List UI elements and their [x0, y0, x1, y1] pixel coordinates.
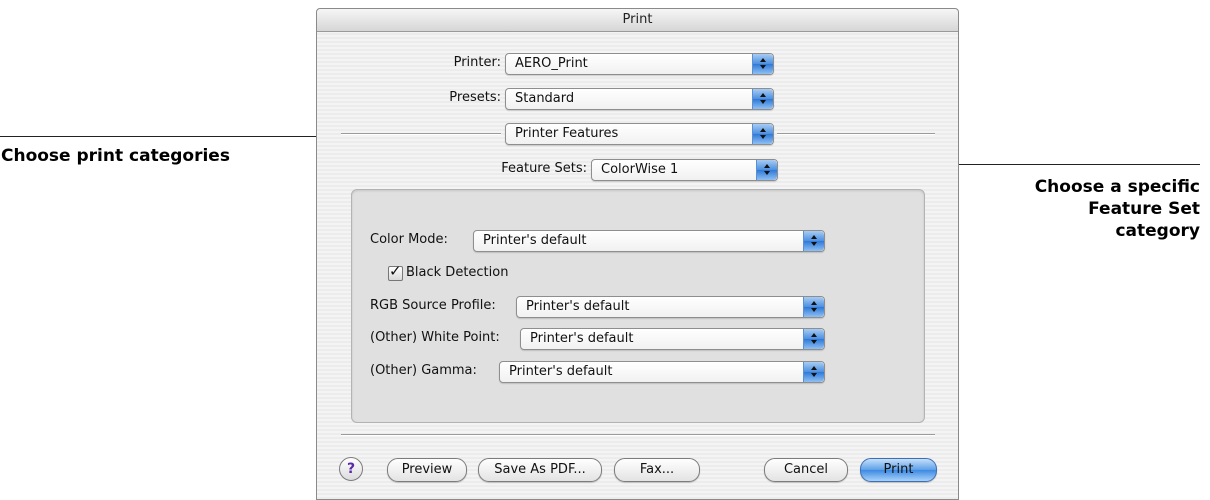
gamma-select[interactable]: Printer's default: [499, 361, 825, 383]
rgb-source-profile-label: RGB Source Profile:: [370, 298, 496, 313]
color-mode-select[interactable]: Printer's default: [473, 230, 825, 252]
popup-arrows-icon: [752, 89, 773, 109]
popup-arrows-icon: [803, 329, 824, 349]
feature-sets-label: Feature Sets:: [501, 161, 587, 176]
bottom-separator: [341, 434, 935, 435]
printer-select[interactable]: AERO_Print: [505, 53, 774, 75]
printer-label: Printer:: [453, 55, 501, 70]
category-select[interactable]: Printer Features: [505, 123, 774, 145]
printer-value: AERO_Print: [515, 56, 588, 71]
preview-button[interactable]: Preview: [387, 458, 467, 482]
callout-feature-set-line3: category: [1115, 221, 1200, 241]
rgb-source-profile-value: Printer's default: [526, 299, 630, 314]
print-dialog: Print Printer: AERO_Print Presets: Stand…: [316, 8, 959, 500]
callout-feature-set-line2: Feature Set: [1088, 199, 1200, 219]
presets-label: Presets:: [449, 90, 501, 105]
feature-options-group: Color Mode: Printer's default ✓ Black De…: [351, 189, 925, 423]
callout-feature-set-line1: Choose a specific: [1034, 177, 1200, 197]
popup-arrows-icon: [803, 297, 824, 317]
gamma-label: (Other) Gamma:: [370, 363, 477, 378]
presets-select[interactable]: Standard: [505, 88, 774, 110]
window-title: Print: [317, 9, 958, 32]
popup-arrows-icon: [756, 160, 777, 180]
popup-arrows-icon: [752, 54, 773, 74]
black-detection-checkbox[interactable]: ✓: [388, 262, 403, 281]
popup-arrows-icon: [803, 231, 824, 251]
gamma-value: Printer's default: [509, 364, 613, 379]
white-point-value: Printer's default: [530, 331, 634, 346]
section-separator-left: [341, 133, 501, 134]
white-point-select[interactable]: Printer's default: [520, 328, 825, 350]
callout-print-categories: Choose print categories: [1, 146, 230, 166]
save-as-pdf-button[interactable]: Save As PDF...: [478, 458, 602, 482]
cancel-button[interactable]: Cancel: [764, 458, 848, 482]
fax-button[interactable]: Fax...: [614, 458, 700, 482]
section-separator-right: [777, 133, 935, 134]
feature-sets-value: ColorWise 1: [601, 162, 679, 177]
color-mode-value: Printer's default: [483, 233, 587, 248]
print-button[interactable]: Print: [860, 458, 937, 482]
color-mode-label: Color Mode:: [370, 232, 448, 247]
callout-feature-set: Choose a specific Feature Set category: [1035, 176, 1200, 242]
rgb-source-profile-select[interactable]: Printer's default: [516, 296, 825, 318]
popup-arrows-icon: [752, 124, 773, 144]
checkmark-icon: ✓: [389, 262, 402, 280]
popup-arrows-icon: [803, 362, 824, 382]
black-detection-label: Black Detection: [406, 265, 509, 280]
help-button[interactable]: ?: [339, 457, 363, 481]
category-value: Printer Features: [515, 126, 619, 141]
feature-sets-select[interactable]: ColorWise 1: [591, 159, 778, 181]
white-point-label: (Other) White Point:: [370, 330, 500, 345]
presets-value: Standard: [515, 91, 575, 106]
